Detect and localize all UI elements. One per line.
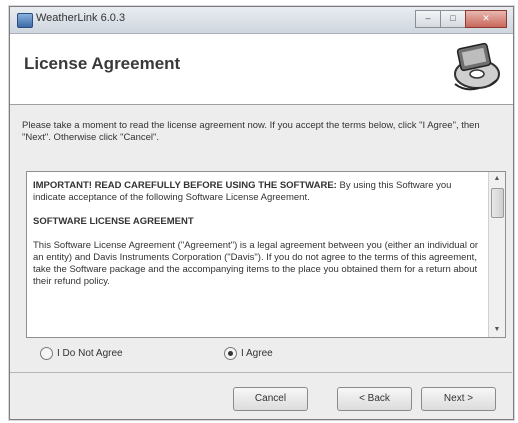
back-button[interactable]: < Back <box>337 387 412 411</box>
scroll-down-icon[interactable]: ▼ <box>489 323 505 337</box>
app-icon <box>17 13 33 28</box>
agree-option[interactable]: I Agree <box>224 347 273 360</box>
disagree-option[interactable]: I Do Not Agree <box>40 347 123 360</box>
license-paragraph: This Software License Agreement ("Agreem… <box>33 240 479 287</box>
window-title: WeatherLink 6.0.3 <box>36 12 126 24</box>
license-textbox[interactable]: IMPORTANT! READ CAREFULLY BEFORE USING T… <box>26 171 506 338</box>
agree-radio[interactable] <box>224 347 237 360</box>
page-title: License Agreement <box>24 54 181 73</box>
footer-divider <box>10 372 512 373</box>
cancel-button[interactable]: Cancel <box>233 387 308 411</box>
intro-text: Please take a moment to read the license… <box>22 120 480 143</box>
window-controls: – □ ✕ <box>415 10 507 28</box>
next-button[interactable]: Next > <box>421 387 496 411</box>
scroll-up-icon[interactable]: ▲ <box>489 172 505 186</box>
license-section-heading: SOFTWARE LICENSE AGREEMENT <box>33 216 194 227</box>
disagree-label[interactable]: I Do Not Agree <box>57 348 123 359</box>
license-important-heading: IMPORTANT! READ CAREFULLY BEFORE USING T… <box>33 180 337 191</box>
wizard-header: License Agreement <box>10 34 513 105</box>
maximize-button[interactable]: □ <box>440 10 466 28</box>
title-bar: WeatherLink 6.0.3 – □ ✕ <box>10 7 513 34</box>
close-button[interactable]: ✕ <box>465 10 507 28</box>
disagree-radio[interactable] <box>40 347 53 360</box>
agree-label[interactable]: I Agree <box>241 348 273 359</box>
installer-disk-icon <box>454 42 500 91</box>
minimize-button[interactable]: – <box>415 10 441 28</box>
license-scrollbar[interactable]: ▲ ▼ <box>488 172 505 337</box>
scroll-thumb[interactable] <box>491 188 504 218</box>
license-text: IMPORTANT! READ CAREFULLY BEFORE USING T… <box>33 180 481 300</box>
